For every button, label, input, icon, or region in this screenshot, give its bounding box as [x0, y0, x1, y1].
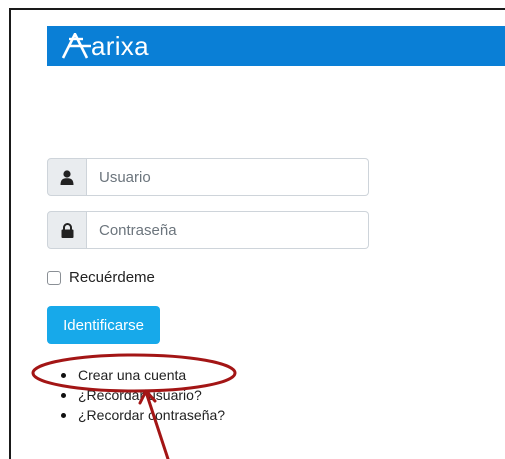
remember-me-option[interactable]: Recuérdeme — [47, 269, 155, 286]
create-account-link[interactable]: Crear una cuenta — [59, 365, 225, 385]
account-links-list: Crear una cuenta ¿Recordar usuario? ¿Rec… — [59, 365, 225, 425]
user-icon — [60, 169, 74, 185]
username-field[interactable] — [87, 158, 369, 196]
remember-password-link[interactable]: ¿Recordar contraseña? — [59, 405, 225, 425]
window-frame-top-edge — [9, 8, 505, 10]
username-addon — [47, 158, 87, 196]
username-input-group — [47, 158, 369, 196]
brand-header-bar: arixa — [47, 26, 505, 66]
brand-logo-mark-icon — [61, 33, 91, 59]
lock-icon — [61, 222, 73, 238]
password-field[interactable] — [87, 211, 369, 249]
password-input-group — [47, 211, 369, 249]
password-addon — [47, 211, 87, 249]
brand-logo-text: arixa — [91, 31, 149, 61]
remember-me-checkbox[interactable] — [47, 270, 61, 285]
brand-logo: arixa — [61, 30, 149, 62]
remember-username-link[interactable]: ¿Recordar usuario? — [59, 385, 225, 405]
remember-me-label: Recuérdeme — [69, 269, 155, 286]
window-frame-left-edge — [9, 8, 11, 459]
login-submit-button[interactable]: Identificarse — [47, 306, 160, 344]
